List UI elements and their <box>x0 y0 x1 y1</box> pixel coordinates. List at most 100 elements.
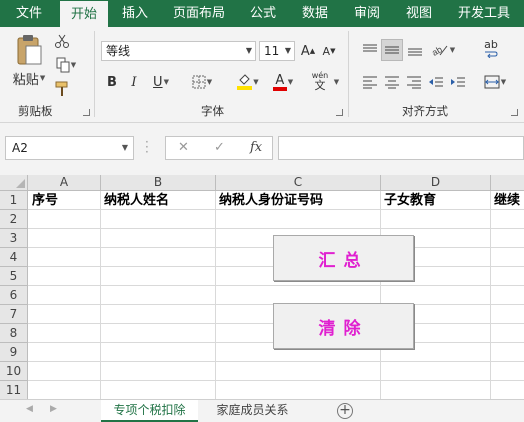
phonetic-dropdown-icon[interactable]: ▼ <box>331 75 341 89</box>
align-left-icon[interactable] <box>360 71 380 93</box>
sheet-tab-bar: ◀ ▶ 专项个税扣除 家庭成员关系 + <box>0 399 524 422</box>
tab-insert[interactable]: 插入 <box>110 0 160 27</box>
font-name-select[interactable]: 等线 ▼ <box>101 41 256 61</box>
add-sheet-icon[interactable]: + <box>337 403 353 419</box>
cell-e1[interactable]: 继续 <box>491 192 524 209</box>
formula-bar-grip[interactable]: · · · <box>145 136 149 158</box>
insert-function-icon[interactable]: fx <box>250 140 262 155</box>
tab-file[interactable]: 文件 <box>0 0 58 27</box>
cancel-icon[interactable]: ✕ <box>178 140 189 155</box>
phonetic-guide-button[interactable]: wén 文 <box>310 69 330 93</box>
font-launcher-icon[interactable] <box>336 109 343 116</box>
wrap-text-icon[interactable]: ab <box>480 37 502 61</box>
cell-d1[interactable]: 子女教育 <box>381 192 490 209</box>
ribbon-home: 粘贴 ▼ ▼ 剪贴板 等线 ▼ 11 ▼ A ▲ A ▼ B I U ▼ ▼ ▼ A <box>0 27 524 123</box>
font-size-value: 11 <box>264 44 280 58</box>
worksheet-grid[interactable]: A B C D 1 2 3 4 5 6 7 8 9 10 11 序号 纳税人姓名 纳税人身份证号码 … <box>0 175 524 399</box>
column-header-c[interactable]: C <box>216 175 381 191</box>
align-center-icon[interactable] <box>382 71 402 93</box>
group-separator <box>94 31 95 117</box>
sheet-tab-family-relations[interactable]: 家庭成员关系 <box>201 400 304 422</box>
row-header-6[interactable]: 6 <box>0 286 28 305</box>
cell-c1[interactable]: 纳税人身份证号码 <box>216 192 380 209</box>
name-box[interactable]: A2 ▼ <box>5 136 134 160</box>
row-header-7[interactable]: 7 <box>0 305 28 324</box>
col-gridline <box>215 191 216 399</box>
increase-indent-icon[interactable] <box>448 71 468 93</box>
paste-button[interactable]: 粘贴 ▼ <box>12 69 46 88</box>
cut-icon[interactable] <box>52 31 72 51</box>
row-header-4[interactable]: 4 <box>0 248 28 267</box>
column-header-e[interactable] <box>491 175 524 191</box>
increase-font-icon[interactable]: A ▲ <box>299 42 317 60</box>
col-gridline <box>490 191 491 399</box>
column-header-b[interactable]: B <box>101 175 216 191</box>
font-group-label: 字体 <box>201 104 224 118</box>
tab-view[interactable]: 视图 <box>394 0 444 27</box>
font-color-button[interactable]: A ▼ <box>268 73 298 91</box>
name-box-value: A2 <box>12 141 28 155</box>
alignment-launcher-icon[interactable] <box>511 109 518 116</box>
copy-icon[interactable]: ▼ <box>52 55 80 75</box>
format-painter-icon[interactable] <box>52 79 72 99</box>
ribbon-tab-bar: 文件 开始 插入 页面布局 公式 数据 审阅 视图 开发工具 <box>0 0 524 27</box>
paste-label: 粘贴 <box>12 72 39 88</box>
row-header-1[interactable]: 1 <box>0 191 28 210</box>
column-header-d[interactable]: D <box>381 175 491 191</box>
enter-icon[interactable]: ✓ <box>214 140 225 155</box>
clipboard-launcher-icon[interactable] <box>83 109 90 116</box>
underline-glyph: U <box>153 74 163 90</box>
row-header-8[interactable]: 8 <box>0 324 28 343</box>
column-header-a[interactable]: A <box>28 175 101 191</box>
tab-home[interactable]: 开始 <box>60 1 108 27</box>
row-header-9[interactable]: 9 <box>0 343 28 362</box>
tab-review[interactable]: 审阅 <box>342 0 392 27</box>
cell-a1[interactable]: 序号 <box>29 192 100 209</box>
font-size-select[interactable]: 11 ▼ <box>259 41 295 61</box>
row-gridline <box>28 285 524 286</box>
underline-button[interactable]: U ▼ <box>148 73 174 91</box>
clear-button[interactable]: 清除 <box>273 303 414 349</box>
formula-buttons: ✕ ✓ fx <box>165 136 273 160</box>
tab-formulas[interactable]: 公式 <box>238 0 288 27</box>
row-header-10[interactable]: 10 <box>0 362 28 381</box>
align-middle-icon[interactable] <box>381 39 403 61</box>
borders-icon <box>192 75 206 89</box>
fill-color-button[interactable]: ▼ <box>232 73 264 91</box>
formula-input[interactable] <box>278 136 524 160</box>
italic-button[interactable]: I <box>126 73 142 91</box>
tab-page-layout[interactable]: 页面布局 <box>163 0 235 27</box>
merge-center-icon[interactable]: ▼ <box>480 71 510 93</box>
tab-developer[interactable]: 开发工具 <box>446 0 522 27</box>
svg-text:ab: ab <box>431 44 444 57</box>
row-header-2[interactable]: 2 <box>0 210 28 229</box>
align-bottom-icon[interactable] <box>405 39 425 61</box>
tab-data[interactable]: 数据 <box>290 0 340 27</box>
sheet-tab-special-deduction[interactable]: 专项个税扣除 <box>101 400 198 422</box>
decrease-font-icon[interactable]: A ▼ <box>320 42 338 60</box>
align-right-icon[interactable] <box>404 71 424 93</box>
orientation-icon[interactable]: ab ▼ <box>428 39 458 61</box>
borders-button[interactable]: ▼ <box>188 73 216 91</box>
fill-color-icon <box>237 74 253 90</box>
select-all-corner[interactable] <box>0 175 28 191</box>
row-header-3[interactable]: 3 <box>0 229 28 248</box>
row-gridline <box>28 361 524 362</box>
cell-b1[interactable]: 纳税人姓名 <box>101 192 215 209</box>
col-gridline <box>100 191 101 399</box>
font-name-value: 等线 <box>106 44 131 58</box>
decrease-indent-icon[interactable] <box>426 71 446 93</box>
formula-bar: A2 ▼ · · · ✕ ✓ fx <box>0 123 524 175</box>
col-gridline <box>380 191 381 399</box>
clipboard-group-label: 剪贴板 <box>18 104 53 118</box>
wrap-text-glyph: ab <box>484 38 498 51</box>
row-header-11[interactable]: 11 <box>0 381 28 399</box>
prev-sheet-icon[interactable]: ◀ <box>26 404 33 414</box>
paste-icon[interactable] <box>12 33 46 67</box>
align-top-icon[interactable] <box>360 39 380 61</box>
next-sheet-icon[interactable]: ▶ <box>50 404 57 414</box>
bold-button[interactable]: B <box>104 73 120 91</box>
row-gridline <box>28 228 524 229</box>
row-header-5[interactable]: 5 <box>0 267 28 286</box>
summary-button[interactable]: 汇总 <box>273 235 414 281</box>
